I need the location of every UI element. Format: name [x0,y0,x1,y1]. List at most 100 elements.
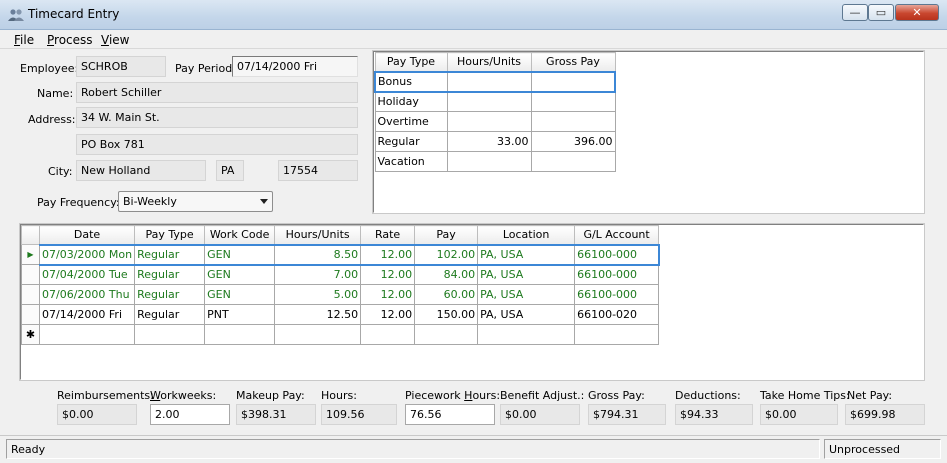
cell-date[interactable]: 07/04/2000 Tue [38,264,136,285]
cell-work-code[interactable] [204,324,276,345]
cell-pay-type[interactable]: Holiday [374,91,448,112]
cell-gl-account[interactable] [574,324,660,345]
piecework-hours-input[interactable]: 76.56 [405,404,495,425]
cell-hours[interactable] [446,91,532,112]
cell-pay[interactable] [414,324,479,345]
cell-gl-account[interactable]: 66100-000 [574,264,660,285]
cell-location[interactable]: PA, USA [477,284,576,305]
col-header-hours-units[interactable]: Hours/Units [274,225,362,245]
cell-gross[interactable]: 396.00 [530,131,616,152]
table-row[interactable]: Vacation [374,151,616,172]
cell-date[interactable]: 07/03/2000 Mon [38,243,136,266]
cell-pay[interactable]: 60.00 [414,284,479,305]
menu-view[interactable]: View [101,33,129,47]
cell-work-code[interactable]: GEN [204,284,276,305]
gross-pay-label: Gross Pay: [588,389,645,402]
table-row[interactable]: Bonus [374,70,616,93]
minimize-button[interactable]: — [842,4,868,21]
cell-hours[interactable] [274,324,362,345]
col-header-pay-type[interactable]: Pay Type [374,52,448,72]
cell-date[interactable]: 07/14/2000 Fri [38,304,136,325]
menu-process[interactable]: Process [47,33,93,47]
cell-work-code[interactable]: GEN [204,243,276,266]
cell-gross[interactable] [530,151,616,172]
address-line2-field[interactable]: PO Box 781 [76,134,358,155]
cell-gl-account[interactable]: 66100-000 [574,243,660,266]
col-header-gl-account[interactable]: G/L Account [574,225,660,245]
cell-work-code[interactable]: PNT [204,304,276,325]
cell-gross[interactable] [530,91,616,112]
table-row[interactable]: ▶ 07/03/2000 Mon Regular GEN 8.50 12.00 … [21,243,660,266]
menu-file[interactable]: File [14,33,34,47]
cell-hours[interactable]: 7.00 [274,264,362,285]
col-header-date[interactable]: Date [38,225,136,245]
name-field[interactable]: Robert Schiller [76,82,358,103]
new-row[interactable]: ✱ [21,324,660,345]
col-header-location[interactable]: Location [477,225,576,245]
cell-gl-account[interactable]: 66100-000 [574,284,660,305]
maximize-button[interactable]: ▭ [868,4,894,21]
close-button[interactable]: ✕ [895,4,939,21]
cell-pay-type[interactable] [134,324,206,345]
cell-location[interactable]: PA, USA [477,264,576,285]
table-row[interactable]: Regular 33.00 396.00 [374,131,616,152]
col-header-pay[interactable]: Pay [414,225,479,245]
cell-pay-type[interactable]: Bonus [374,70,448,93]
cell-date[interactable]: 07/06/2000 Thu [38,284,136,305]
cell-pay[interactable]: 150.00 [414,304,479,325]
address-line1-field[interactable]: 34 W. Main St. [76,107,358,128]
row-header[interactable] [21,284,40,305]
table-row[interactable]: Overtime [374,111,616,132]
city-field[interactable]: New Holland [76,160,206,181]
cell-hours[interactable] [446,70,532,93]
chevron-down-icon [260,199,268,204]
cell-pay-type[interactable]: Regular [134,264,206,285]
cell-location[interactable]: PA, USA [477,304,576,325]
cell-rate[interactable]: 12.00 [360,264,416,285]
gross-pay-field: $794.31 [588,404,666,425]
cell-pay[interactable]: 84.00 [414,264,479,285]
pay-frequency-select[interactable]: Bi-Weekly [118,191,273,212]
cell-location[interactable] [477,324,576,345]
cell-hours[interactable] [446,111,532,132]
table-row[interactable]: 07/04/2000 Tue Regular GEN 7.00 12.00 84… [21,264,660,285]
row-header[interactable] [21,264,40,285]
cell-hours[interactable]: 12.50 [274,304,362,325]
table-row[interactable]: 07/14/2000 Fri Regular PNT 12.50 12.00 1… [21,304,660,325]
workweeks-input[interactable]: 2.00 [150,404,230,425]
col-header-gross-pay[interactable]: Gross Pay [530,52,616,72]
table-row[interactable]: Holiday [374,91,616,112]
col-header-hours-units[interactable]: Hours/Units [446,52,532,72]
col-header-work-code[interactable]: Work Code [204,225,276,245]
cell-pay-type[interactable]: Vacation [374,151,448,172]
cell-hours[interactable]: 5.00 [274,284,362,305]
status-bar: Ready Unprocessed [0,435,947,463]
col-header-rate[interactable]: Rate [360,225,416,245]
cell-pay-type[interactable]: Overtime [374,111,448,132]
cell-rate[interactable] [360,324,416,345]
cell-hours[interactable]: 33.00 [446,131,532,152]
cell-rate[interactable]: 12.00 [360,304,416,325]
col-header-pay-type[interactable]: Pay Type [134,225,206,245]
cell-rate[interactable]: 12.00 [360,284,416,305]
cell-pay-type[interactable]: Regular [134,304,206,325]
cell-location[interactable]: PA, USA [477,243,576,266]
state-field[interactable]: PA [216,160,244,181]
table-row[interactable]: 07/06/2000 Thu Regular GEN 5.00 12.00 60… [21,284,660,305]
cell-date[interactable] [38,324,136,345]
cell-pay-type[interactable]: Regular [134,284,206,305]
cell-pay-type[interactable]: Regular [134,243,206,266]
employee-field[interactable]: SCHROB [76,56,166,77]
zip-field[interactable]: 17554 [278,160,358,181]
cell-hours[interactable]: 8.50 [274,243,362,266]
cell-rate[interactable]: 12.00 [360,243,416,266]
cell-gl-account[interactable]: 66100-020 [574,304,660,325]
cell-hours[interactable] [446,151,532,172]
cell-gross[interactable] [530,70,616,93]
row-header[interactable] [21,304,40,325]
pay-period-field[interactable]: 07/14/2000 Fri [232,56,358,77]
cell-pay-type[interactable]: Regular [374,131,448,152]
cell-pay[interactable]: 102.00 [414,243,479,266]
cell-gross[interactable] [530,111,616,132]
cell-work-code[interactable]: GEN [204,264,276,285]
